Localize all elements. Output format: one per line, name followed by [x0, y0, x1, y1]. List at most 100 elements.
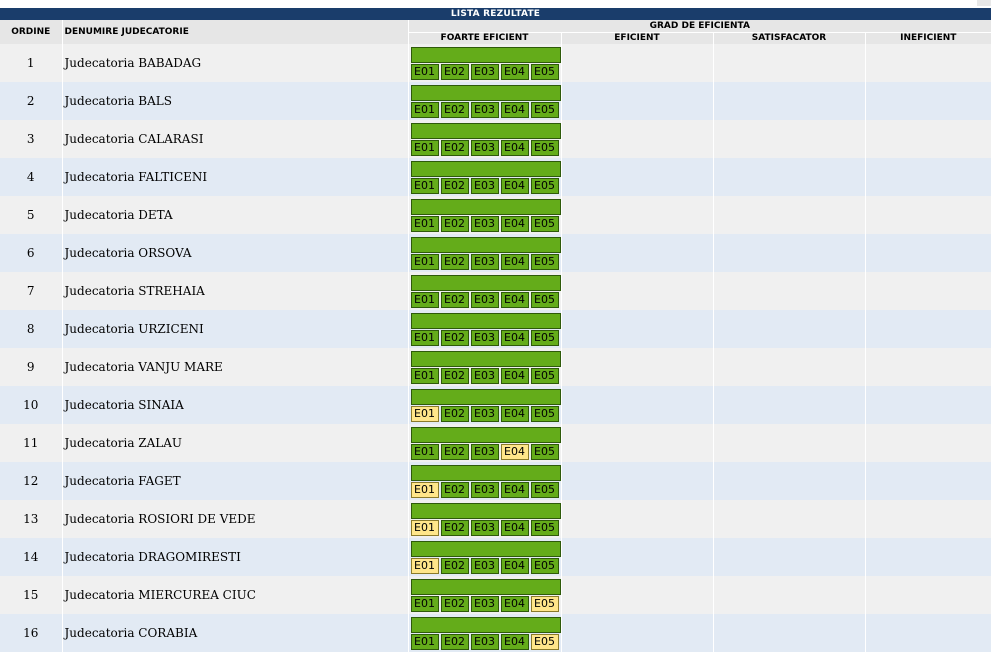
- indicator-chips: E01 E02 E03 E04 E05: [410, 253, 561, 270]
- indicator-chip-e01[interactable]: E01: [410, 101, 439, 118]
- indicator-chip-e05[interactable]: E05: [530, 215, 559, 232]
- indicator-chip-e04[interactable]: E04: [500, 519, 529, 536]
- indicator-chip-e01[interactable]: E01: [410, 63, 439, 80]
- indicator-chip-e02[interactable]: E02: [440, 329, 469, 346]
- indicator-chip-e03[interactable]: E03: [470, 101, 499, 118]
- indicator-chip-e05[interactable]: E05: [530, 405, 559, 422]
- ineficient-cell: [864, 348, 991, 386]
- indicator-chip-e05[interactable]: E05: [530, 443, 559, 460]
- indicator-chip-e05[interactable]: E05: [530, 329, 559, 346]
- indicator-chip-e01[interactable]: E01: [410, 329, 439, 346]
- indicator-chip-e03[interactable]: E03: [470, 139, 499, 156]
- row-court-name: Judecatoria ROSIORI DE VEDE: [62, 500, 409, 538]
- indicator-chip-e01[interactable]: E01: [410, 253, 439, 270]
- indicator-chip-e01[interactable]: E01: [410, 405, 439, 422]
- indicator-chip-e02[interactable]: E02: [440, 177, 469, 194]
- indicator-chip-e05[interactable]: E05: [530, 595, 559, 612]
- indicator-chip-e04[interactable]: E04: [500, 329, 529, 346]
- indicator-chip-e05[interactable]: E05: [530, 633, 559, 650]
- indicator-chip-e03[interactable]: E03: [470, 329, 499, 346]
- indicator-chip-e03[interactable]: E03: [470, 481, 499, 498]
- indicator-chip-e03[interactable]: E03: [470, 519, 499, 536]
- indicator-chip-e03[interactable]: E03: [470, 291, 499, 308]
- indicator-chip-e02[interactable]: E02: [440, 139, 469, 156]
- table-row: 4 Judecatoria FALTICENI E01 E02 E03 E04 E05: [0, 158, 991, 196]
- indicator-chip-e02[interactable]: E02: [440, 63, 469, 80]
- indicator-chip-e03[interactable]: E03: [470, 253, 499, 270]
- row-ordine: 8: [0, 310, 63, 348]
- indicator-chip-e01[interactable]: E01: [410, 215, 439, 232]
- indicator-chip-e03[interactable]: E03: [470, 63, 499, 80]
- indicator-chip-e01[interactable]: E01: [410, 177, 439, 194]
- indicator-chip-e02[interactable]: E02: [440, 367, 469, 384]
- indicator-chip-e05[interactable]: E05: [530, 519, 559, 536]
- indicator-chip-e04[interactable]: E04: [500, 367, 529, 384]
- indicator-chip-e04[interactable]: E04: [500, 481, 529, 498]
- indicator-chip-e02[interactable]: E02: [440, 101, 469, 118]
- indicator-chip-e05[interactable]: E05: [530, 367, 559, 384]
- indicator-chip-e05[interactable]: E05: [530, 63, 559, 80]
- indicator-chip-e03[interactable]: E03: [470, 557, 499, 574]
- indicator-chip-e01[interactable]: E01: [410, 557, 439, 574]
- indicator-chip-e02[interactable]: E02: [440, 215, 469, 232]
- indicator-chip-e04[interactable]: E04: [500, 557, 529, 574]
- indicator-chip-e03[interactable]: E03: [470, 367, 499, 384]
- indicator-chip-e04[interactable]: E04: [500, 443, 529, 460]
- indicator-chip-e04[interactable]: E04: [500, 177, 529, 194]
- indicator-chip-e04[interactable]: E04: [500, 253, 529, 270]
- indicator-chip-e05[interactable]: E05: [530, 101, 559, 118]
- row-court-name: Judecatoria MIERCUREA CIUC: [62, 576, 409, 614]
- indicator-chip-e04[interactable]: E04: [500, 101, 529, 118]
- indicator-chip-e03[interactable]: E03: [470, 633, 499, 650]
- ineficient-cell: [864, 234, 991, 272]
- indicator-chip-e01[interactable]: E01: [410, 519, 439, 536]
- ineficient-cell: [864, 44, 991, 82]
- indicator-chip-e01[interactable]: E01: [410, 367, 439, 384]
- indicator-chip-e01[interactable]: E01: [410, 633, 439, 650]
- indicator-chip-e02[interactable]: E02: [440, 443, 469, 460]
- indicator-chip-e05[interactable]: E05: [530, 177, 559, 194]
- indicator-chip-e02[interactable]: E02: [440, 291, 469, 308]
- indicator-chip-e05[interactable]: E05: [530, 291, 559, 308]
- indicator-chip-e03[interactable]: E03: [470, 177, 499, 194]
- indicator-chip-e01[interactable]: E01: [410, 139, 439, 156]
- indicator-chip-e02[interactable]: E02: [440, 405, 469, 422]
- indicator-chip-e04[interactable]: E04: [500, 291, 529, 308]
- row-court-name: Judecatoria CALARASI: [62, 120, 409, 158]
- eficient-cell: [560, 500, 713, 538]
- indicator-chip-e03[interactable]: E03: [470, 443, 499, 460]
- satisfacator-cell: [712, 234, 865, 272]
- indicator-chip-e04[interactable]: E04: [500, 405, 529, 422]
- indicator-chip-e04[interactable]: E04: [500, 139, 529, 156]
- indicator-chip-e05[interactable]: E05: [530, 481, 559, 498]
- indicator-chip-e04[interactable]: E04: [500, 595, 529, 612]
- indicator-chip-e02[interactable]: E02: [440, 595, 469, 612]
- efficiency-indicator: E01 E02 E03 E04 E05: [410, 198, 561, 232]
- indicator-chip-e01[interactable]: E01: [410, 481, 439, 498]
- indicator-chip-e01[interactable]: E01: [410, 443, 439, 460]
- header-ineficient: INEFICIENT: [864, 32, 991, 44]
- efficiency-indicator: E01 E02 E03 E04 E05: [410, 540, 561, 574]
- indicator-chip-e02[interactable]: E02: [440, 481, 469, 498]
- indicator-chip-e03[interactable]: E03: [470, 405, 499, 422]
- indicator-chip-e04[interactable]: E04: [500, 633, 529, 650]
- indicator-chip-e05[interactable]: E05: [530, 253, 559, 270]
- indicator-chip-e04[interactable]: E04: [500, 63, 529, 80]
- indicator-chip-e03[interactable]: E03: [470, 595, 499, 612]
- indicator-chip-e02[interactable]: E02: [440, 633, 469, 650]
- row-ordine: 1: [0, 44, 63, 82]
- indicator-chip-e02[interactable]: E02: [440, 519, 469, 536]
- indicator-chip-e02[interactable]: E02: [440, 557, 469, 574]
- indicator-chip-e04[interactable]: E04: [500, 215, 529, 232]
- indicator-chip-e05[interactable]: E05: [530, 557, 559, 574]
- row-ordine: 9: [0, 348, 63, 386]
- indicator-chip-e01[interactable]: E01: [410, 595, 439, 612]
- efficiency-bar: [410, 198, 561, 215]
- foarte-eficient-cell: E01 E02 E03 E04 E05: [407, 44, 561, 82]
- foarte-eficient-cell: E01 E02 E03 E04 E05: [407, 82, 561, 120]
- indicator-chip-e01[interactable]: E01: [410, 291, 439, 308]
- indicator-chip-e05[interactable]: E05: [530, 139, 559, 156]
- indicator-chip-e03[interactable]: E03: [470, 215, 499, 232]
- row-court-name: Judecatoria FALTICENI: [62, 158, 409, 196]
- indicator-chip-e02[interactable]: E02: [440, 253, 469, 270]
